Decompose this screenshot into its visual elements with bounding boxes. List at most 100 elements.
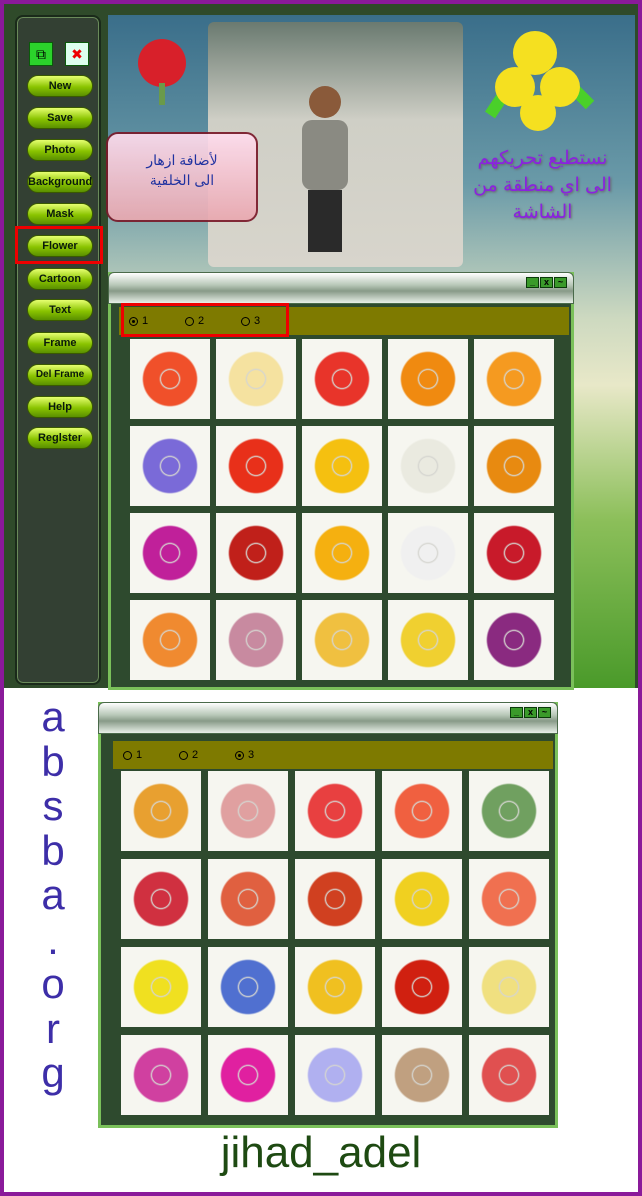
page-radio-bar: 1 2 3: [119, 307, 569, 335]
flower-thumbnail[interactable]: [382, 1035, 462, 1115]
flower-image: [312, 523, 372, 583]
roll-icon[interactable]: ~: [554, 277, 567, 288]
flower-thumbnail[interactable]: [302, 426, 382, 506]
site-letter: a: [41, 693, 65, 740]
title-bar[interactable]: _ x ~: [108, 272, 574, 304]
flower-thumbnail[interactable]: [121, 771, 201, 851]
minimize-icon[interactable]: _: [526, 277, 539, 288]
flower-thumbnail[interactable]: [388, 339, 468, 419]
flower-image: [398, 523, 458, 583]
flower-image: [218, 1045, 278, 1105]
flower-thumbnail[interactable]: [216, 426, 296, 506]
flower-thumbnail[interactable]: [130, 339, 210, 419]
flower-thumbnail[interactable]: [208, 947, 288, 1027]
flower-thumbnail[interactable]: [295, 947, 375, 1027]
radio-page-1[interactable]: 1: [123, 749, 142, 761]
flower-thumbnail[interactable]: [130, 513, 210, 593]
flower-image: [218, 869, 278, 929]
radio-page-2[interactable]: 2: [179, 749, 198, 761]
flower-image: [218, 957, 278, 1017]
radio-page-1[interactable]: 1: [129, 315, 148, 327]
close-icon[interactable]: x: [540, 277, 553, 288]
flower-image: [131, 869, 191, 929]
flower-image: [226, 610, 286, 670]
radio-circle: [179, 750, 188, 760]
radio-page-2[interactable]: 2: [185, 315, 204, 327]
flower-thumbnail[interactable]: [216, 339, 296, 419]
flower-image: [398, 610, 458, 670]
flower-thumbnail[interactable]: [130, 600, 210, 680]
text-button[interactable]: Text: [27, 299, 93, 321]
flower-thumbnail[interactable]: [302, 339, 382, 419]
flower-thumbnail[interactable]: [302, 513, 382, 593]
flower-thumbnail[interactable]: [388, 513, 468, 593]
flower-thumbnail[interactable]: [474, 513, 554, 593]
flower-thumbnail[interactable]: [474, 339, 554, 419]
flower-thumbnail[interactable]: [208, 771, 288, 851]
flower-button[interactable]: Flower: [27, 235, 93, 257]
flower-thumbnail[interactable]: [216, 600, 296, 680]
caption: نستطيع تحريكهم الى اي منطقة من الشاشة: [450, 145, 635, 226]
radio-page-3[interactable]: 3: [235, 749, 254, 761]
caption-line: الى اي منطقة من: [473, 175, 612, 196]
radio-page-3[interactable]: 3: [241, 315, 260, 327]
flower-image: [218, 781, 278, 841]
flower-image: [392, 1045, 452, 1105]
flower-thumbnail[interactable]: [382, 859, 462, 939]
flower-thumbnail[interactable]: [469, 859, 549, 939]
flower-thumbnail[interactable]: [474, 426, 554, 506]
flower-image: [484, 523, 544, 583]
flower-thumbnail[interactable]: [302, 600, 382, 680]
flower-picker-window-1: _ x ~ 1 2 3: [108, 272, 574, 690]
yellow-flowers-sticker: [485, 31, 595, 131]
flower-image: [392, 781, 452, 841]
flower-thumbnail[interactable]: [295, 771, 375, 851]
save-button[interactable]: Save: [27, 107, 93, 129]
register-button[interactable]: Reglster: [27, 427, 93, 449]
flower-thumbnail[interactable]: [388, 426, 468, 506]
close-icon[interactable]: x: [524, 707, 537, 718]
flower-thumbnail[interactable]: [121, 947, 201, 1027]
flower-thumbnail[interactable]: [208, 1035, 288, 1115]
flower-thumbnail[interactable]: [130, 426, 210, 506]
new-button[interactable]: New: [27, 75, 93, 97]
flower-thumbnail[interactable]: [216, 513, 296, 593]
flower-thumbnail[interactable]: [474, 600, 554, 680]
background-button[interactable]: Background: [27, 171, 93, 193]
flower-thumbnail[interactable]: [121, 1035, 201, 1115]
minimize-icon[interactable]: _: [510, 707, 523, 718]
cartoon-button[interactable]: Cartoon: [27, 268, 93, 290]
frame-button[interactable]: Frame: [27, 332, 93, 354]
tooltip-line: لأضافة ازهار: [146, 152, 218, 168]
roll-icon[interactable]: ~: [538, 707, 551, 718]
mask-button[interactable]: Mask: [27, 203, 93, 225]
flower-image: [398, 349, 458, 409]
flower-image: [392, 957, 452, 1017]
flower-thumbnail[interactable]: [295, 859, 375, 939]
site-letter: a: [41, 871, 65, 918]
flower-thumbnail[interactable]: [469, 771, 549, 851]
sidebar: ⧉ ✖ New Save Photo Background Mask Flowe…: [15, 15, 101, 685]
flower-thumbnail[interactable]: [388, 600, 468, 680]
flower-thumbnail[interactable]: [469, 1035, 549, 1115]
flower-thumbnail[interactable]: [382, 771, 462, 851]
flower-thumbnail[interactable]: [295, 1035, 375, 1115]
flower-thumbnail[interactable]: [469, 947, 549, 1027]
tooltip: لأضافة ازهار الى الخلفية: [106, 132, 258, 222]
flower-image: [140, 523, 200, 583]
help-button[interactable]: Help: [27, 396, 93, 418]
caption-line: الشاشة: [512, 202, 573, 223]
flower-thumbnail[interactable]: [382, 947, 462, 1027]
title-bar[interactable]: _ x ~: [98, 702, 558, 734]
flower-thumbnail[interactable]: [208, 859, 288, 939]
flower-image: [140, 436, 200, 496]
close-document-icon[interactable]: ✖: [65, 42, 89, 66]
page-radio-bar: 1 2 3: [113, 741, 553, 769]
copy-icon[interactable]: ⧉: [29, 42, 53, 66]
flower-image: [226, 349, 286, 409]
site-letter: .: [47, 915, 59, 963]
photo-button[interactable]: Photo: [27, 139, 93, 161]
flower-thumbnail[interactable]: [121, 859, 201, 939]
del-frame-button[interactable]: Del Frame: [27, 364, 93, 386]
site-letter: s: [42, 782, 64, 829]
